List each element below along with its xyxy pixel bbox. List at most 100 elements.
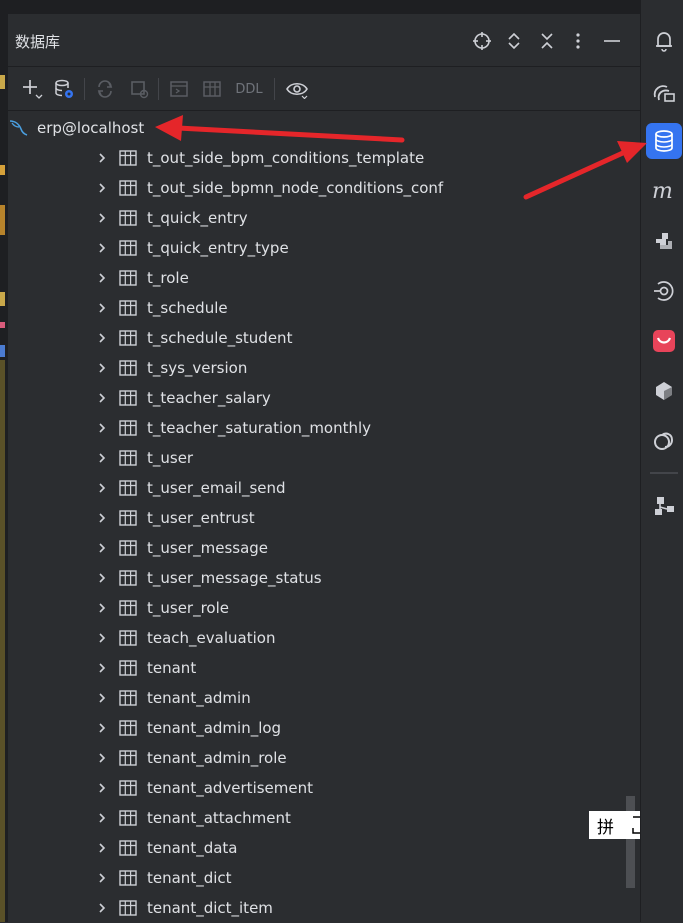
chevron-right-icon[interactable] [95,451,109,465]
table-row[interactable]: tenant_admin_log [95,713,281,743]
table-row[interactable]: t_schedule [95,293,228,323]
notifications-bell-icon[interactable] [646,23,682,59]
table-icon [119,480,137,496]
chevron-right-icon[interactable] [95,331,109,345]
table-row[interactable]: t_user_message [95,533,268,563]
table-row[interactable]: tenant_dict_item [95,893,273,923]
copilot-icon[interactable] [646,423,682,459]
chevron-right-icon[interactable] [95,601,109,615]
chevron-right-icon[interactable] [95,511,109,525]
table-row[interactable]: tenant_admin [95,683,251,713]
table-row[interactable]: t_teacher_saturation_monthly [95,413,371,443]
open-console-icon[interactable] [166,76,192,102]
table-row[interactable]: teach_evaluation [95,623,275,653]
table-row[interactable]: tenant [95,653,196,683]
data-source-properties-icon[interactable] [51,76,77,102]
chevron-right-icon[interactable] [95,361,109,375]
panel-title: 数据库 [15,33,61,51]
minimize-icon[interactable] [599,28,625,54]
chevron-right-icon[interactable] [95,811,109,825]
chevron-right-icon[interactable] [95,721,109,735]
chevron-right-icon[interactable] [95,301,109,315]
chevron-right-icon[interactable] [95,661,109,675]
table-row[interactable]: t_user [95,443,193,473]
table-row[interactable]: t_user_email_send [95,473,286,503]
table-name: t_schedule_student [147,329,293,347]
more-options-icon[interactable] [565,28,591,54]
chevron-right-icon[interactable] [95,541,109,555]
table-icon [119,240,137,256]
table-icon [119,450,137,466]
structure-icon[interactable] [646,488,682,524]
table-view-icon[interactable] [199,76,225,102]
table-name: tenant_dict_item [147,899,273,917]
chevron-right-icon[interactable] [95,751,109,765]
chevron-right-icon[interactable] [95,571,109,585]
table-row[interactable]: tenant_advertisement [95,773,313,803]
add-icon[interactable] [19,76,45,102]
expand-all-icon[interactable] [501,28,527,54]
chevron-right-icon[interactable] [95,691,109,705]
table-icon [119,570,137,586]
chevron-right-icon[interactable] [95,841,109,855]
table-row[interactable]: tenant_attachment [95,803,291,833]
table-name: t_sys_version [147,359,248,377]
table-row[interactable]: t_quick_entry [95,203,248,233]
table-name: tenant_advertisement [147,779,314,797]
code-with-me-icon[interactable] [646,323,682,359]
chevron-right-icon[interactable] [95,211,109,225]
maven-icon[interactable]: m [646,173,682,209]
chevron-right-icon[interactable] [95,481,109,495]
chevron-right-icon[interactable] [95,901,109,915]
table-row[interactable]: t_user_role [95,593,229,623]
ai-assistant-icon[interactable] [646,75,682,111]
jump-to-query-console-icon[interactable] [126,76,152,102]
chevron-right-icon[interactable] [95,151,109,165]
table-row[interactable]: t_role [95,263,189,293]
table-row[interactable]: tenant_dict [95,863,232,893]
window-top-band [7,0,640,14]
chevron-right-icon[interactable] [95,421,109,435]
connection-node[interactable]: erp@localhost [7,114,144,142]
table-row[interactable]: tenant_admin_role [95,743,287,773]
table-row[interactable]: t_quick_entry_type [95,233,289,263]
table-name: t_user_entrust [147,509,255,527]
chevron-right-icon[interactable] [95,631,109,645]
table-row[interactable]: t_out_side_bpmn_node_conditions_conf [95,173,443,203]
table-name: t_user_message_status [147,569,322,587]
plugin-puzzle-icon[interactable] [646,223,682,259]
table-row[interactable]: t_schedule_student [95,323,292,353]
table-row[interactable]: t_teacher_salary [95,383,271,413]
table-name: tenant_admin [147,689,251,707]
table-row[interactable]: t_user_message_status [95,563,322,593]
table-icon [119,780,137,796]
table-icon [119,510,137,526]
chevron-right-icon[interactable] [95,391,109,405]
collapse-all-icon[interactable] [534,28,560,54]
chevron-right-icon[interactable] [95,181,109,195]
table-row[interactable]: t_sys_version [95,353,247,383]
database-icon[interactable] [646,123,682,159]
chevron-right-icon[interactable] [95,871,109,885]
table-name: t_user [147,449,194,467]
vertical-scrollbar[interactable] [626,796,635,888]
table-row[interactable]: t_out_side_bpm_conditions_template [95,143,424,173]
services-target-icon[interactable] [646,273,682,309]
chevron-right-icon[interactable] [95,781,109,795]
table-name: t_user_email_send [147,479,286,497]
table-name: t_quick_entry_type [147,239,289,257]
stack-icon[interactable] [646,373,682,409]
ddl-button[interactable]: DDL [232,76,266,102]
right-strip-divider [650,472,678,474]
view-options-eye-icon[interactable] [284,76,310,102]
table-icon [119,180,137,196]
chevron-right-icon[interactable] [95,271,109,285]
table-row[interactable]: t_user_entrust [95,503,255,533]
table-row[interactable]: tenant_data [95,833,237,863]
chevron-right-icon[interactable] [95,241,109,255]
table-icon [119,150,137,166]
refresh-icon[interactable] [92,76,118,102]
table-name: tenant_attachment [147,809,291,827]
toolbar-divider [274,78,275,100]
locate-icon[interactable] [469,28,495,54]
